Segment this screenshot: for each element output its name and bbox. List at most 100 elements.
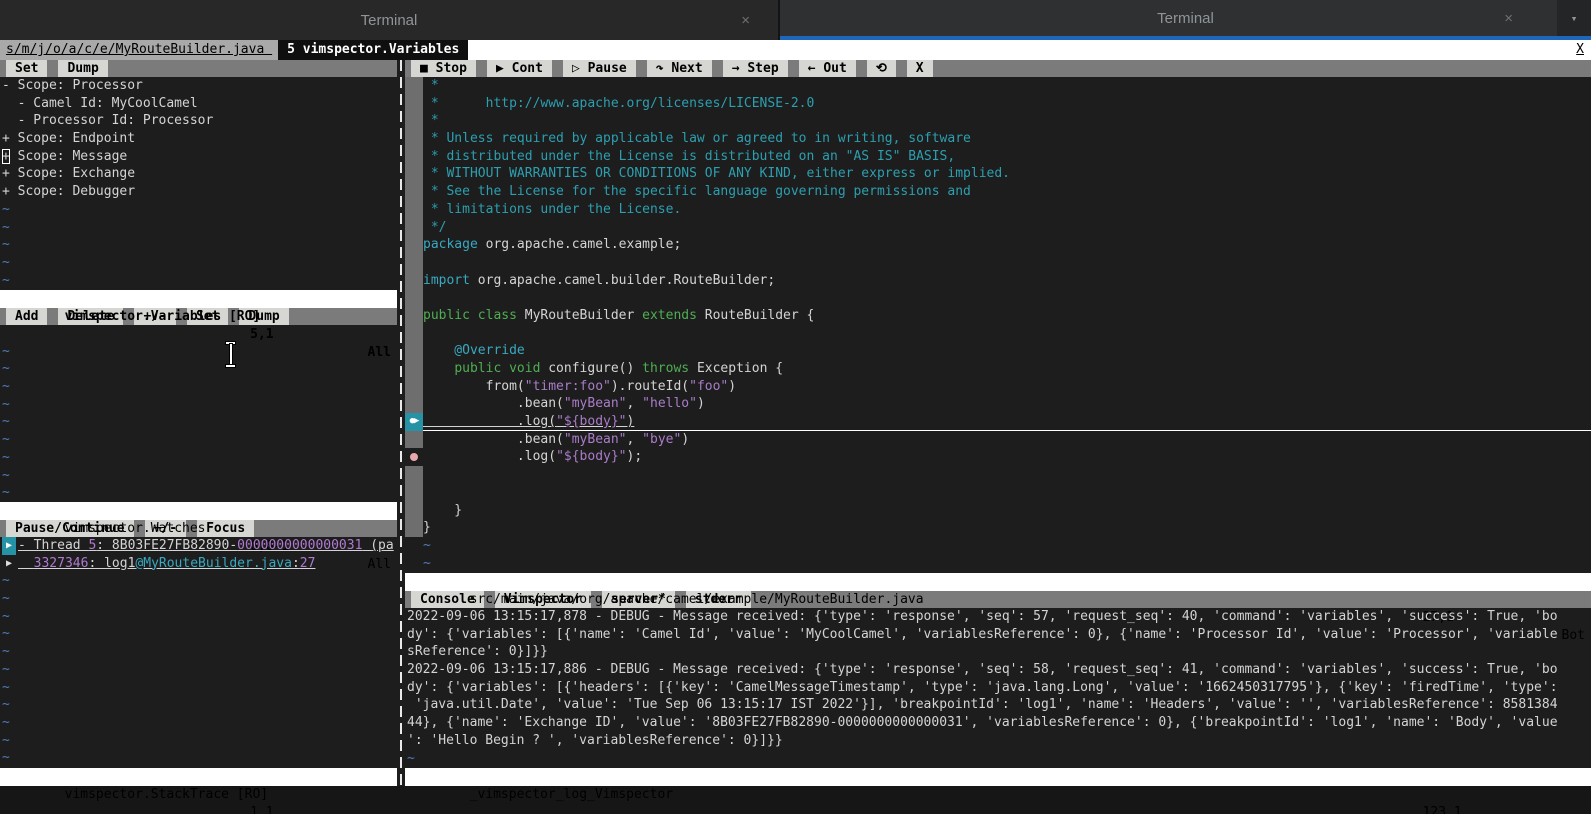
- buffer-line[interactable]: dy': {'variables': [{'name': 'Camel Id',…: [405, 626, 1591, 644]
- buffer-line[interactable]: public void configure() throws Exception…: [405, 360, 1591, 378]
- text-segment: ~: [2, 609, 10, 624]
- sign-column: [405, 183, 423, 201]
- text-segment: :: [292, 556, 300, 571]
- window-separator[interactable]: [397, 60, 405, 786]
- variables-winbar: Set Dump: [0, 60, 397, 77]
- buffer-line[interactable]: }: [405, 519, 1591, 537]
- buffer-line[interactable]: * See the License for the specific langu…: [405, 183, 1591, 201]
- buffer-line[interactable]: + Scope: Message: [0, 148, 397, 166]
- set-button[interactable]: Set: [6, 60, 47, 77]
- mouse-ibeam-cursor: [224, 342, 237, 367]
- sign-column: [405, 342, 423, 360]
- tab-vimspector-variables[interactable]: 5 vimspector.Variables: [278, 40, 468, 60]
- text-segment: package: [423, 237, 478, 252]
- statusline-code: src/main/java/org/apache/camel/example/M…: [405, 573, 1591, 591]
- buffer-line[interactable]: * WITHOUT WARRANTIES OR CONDITIONS OF AN…: [405, 165, 1591, 183]
- console-window[interactable]: 2022-09-06 13:15:17,878 - DEBUG - Messag…: [405, 608, 1591, 768]
- buffer-line[interactable]: + Scope: Exchange: [0, 165, 397, 183]
- buffer-line[interactable]: import org.apache.camel.builder.RouteBui…: [405, 272, 1591, 290]
- x-button[interactable]: X: [907, 60, 933, 77]
- text-segment: + Scope: Endpoint: [2, 131, 135, 146]
- buffer-line[interactable]: */: [405, 219, 1591, 237]
- variables-window[interactable]: - Scope: Processor - Camel Id: MyCoolCam…: [0, 77, 397, 290]
- text-segment: */: [423, 220, 446, 235]
- statusline-variables: vimspector.Variables [RO] 5,1 All: [0, 290, 397, 308]
- buffer-line[interactable]: }: [405, 502, 1591, 520]
- buffer-line[interactable]: + Scope: Endpoint: [0, 130, 397, 148]
- terminal-tab-right[interactable]: Terminal × ▾: [780, 0, 1591, 40]
- buffer-line[interactable]: public class MyRouteBuilder extends Rout…: [405, 307, 1591, 325]
- buffer-line[interactable]: .bean("myBean", "hello"): [405, 395, 1591, 413]
- buffer-line[interactable]: @Override: [405, 342, 1591, 360]
- empty-line: ~: [405, 555, 1591, 573]
- text-segment: @Override: [423, 343, 525, 358]
- buffer-line[interactable]: .bean("myBean", "bye"): [405, 431, 1591, 449]
- text-segment: 27: [300, 556, 316, 571]
- buffer-line[interactable]: from("timer:foo").routeId("foo"): [405, 378, 1591, 396]
- buffer-line[interactable]: sReference': 0}]}}: [405, 643, 1591, 661]
- step-button[interactable]: → Step: [723, 60, 788, 77]
- pause-button[interactable]: ▷ Pause: [563, 60, 636, 77]
- terminal-tab-left[interactable]: Terminal ×: [0, 0, 780, 40]
- tab-myroutebuilder-java[interactable]: s/m/j/o/a/c/e/MyRouteBuilder.java: [0, 40, 278, 60]
- current-line-sign[interactable]: ●▶: [405, 413, 423, 431]
- cont-button[interactable]: ▶ Cont: [487, 60, 552, 77]
- frame-expand-icon[interactable]: ▶: [2, 555, 16, 573]
- buffer-line[interactable]: ▶ 3327346: log1@MyRouteBuilder.java:27: [0, 555, 397, 573]
- dump-button[interactable]: Dump: [58, 60, 107, 77]
- buffer-line[interactable]: ': 'Hello Begin ? ', 'variablesReference…: [405, 732, 1591, 750]
- close-icon[interactable]: ×: [1504, 10, 1513, 27]
- statusline-name: vimspector.Watches: [63, 521, 206, 536]
- buffer-line[interactable]: 44}, {'name': 'Exchange ID', 'value': '8…: [405, 714, 1591, 732]
- buffer-line[interactable]: - Scope: Processor: [0, 77, 397, 95]
- tabline-close-button[interactable]: X: [1569, 40, 1591, 60]
- sign-column: [405, 165, 423, 183]
- statusline-stacktrace: vimspector.StackTrace [RO] 1,1 All: [0, 768, 397, 786]
- buffer-line[interactable]: dy': {'variables': [{'headers': [{'key':…: [405, 679, 1591, 697]
- buffer-line[interactable]: + Scope: Debugger: [0, 183, 397, 201]
- next-button[interactable]: ↷ Next: [647, 60, 712, 77]
- buffer-line[interactable]: 2022-09-06 13:15:17,886 - DEBUG - Messag…: [405, 661, 1591, 679]
- buffer-line[interactable]: * http://www.apache.org/licenses/LICENSE…: [405, 95, 1591, 113]
- stop-button[interactable]: ■ Stop: [411, 60, 476, 77]
- text-segment: ~: [2, 273, 10, 288]
- text-segment: * limitations under the License.: [423, 202, 681, 217]
- buffer-line[interactable]: * distributed under the License is distr…: [405, 148, 1591, 166]
- buffer-line[interactable]: *: [405, 112, 1591, 130]
- buffer-line[interactable]: * limitations under the License.: [405, 201, 1591, 219]
- breakpoint-icon[interactable]: [405, 448, 423, 466]
- stacktrace-window[interactable]: ▶- Thread 5: 8B03FE27FB82890-00000000000…: [0, 537, 397, 768]
- buffer-line[interactable]: * Unless required by applicable law or a…: [405, 130, 1591, 148]
- code-window[interactable]: * * http://www.apache.org/licenses/LICEN…: [405, 77, 1591, 573]
- sign-column: [405, 148, 423, 166]
- buffer-line[interactable]: - Camel Id: MyCoolCamel: [0, 95, 397, 113]
- focus-button[interactable]: Focus: [197, 520, 254, 537]
- out-button[interactable]: ← Out: [799, 60, 856, 77]
- text-segment: ~: [2, 432, 10, 447]
- text-segment: 3327346: [34, 556, 89, 571]
- sign-column: [405, 395, 423, 413]
- text-segment: + Scope: Exchange: [2, 166, 135, 181]
- buffer-line[interactable]: ▶- Thread 5: 8B03FE27FB82890-00000000000…: [0, 537, 397, 555]
- buffer-line[interactable]: ●▶ .log("${body}"): [405, 413, 1591, 431]
- text-segment: .bean(: [423, 396, 564, 411]
- buffer-line[interactable]: *: [405, 77, 1591, 95]
- chevron-down-icon[interactable]: ▾: [1557, 0, 1591, 36]
- buffer-line[interactable]: 'java.util.Date', 'value': 'Tue Sep 06 1…: [405, 696, 1591, 714]
- close-icon[interactable]: ×: [741, 12, 750, 29]
- watches-window[interactable]: ~~~~~~~~~: [0, 325, 397, 502]
- text-segment: }: [423, 503, 462, 518]
- buffer-line[interactable]: .log("${body}");: [405, 448, 1591, 466]
- buffer-line[interactable]: 2022-09-06 13:15:17,878 - DEBUG - Messag…: [405, 608, 1591, 626]
- text-segment: 'java.util.Date', 'value': 'Tue Sep 06 1…: [407, 697, 1558, 712]
- buffer-line[interactable]: package org.apache.camel.example;: [405, 236, 1591, 254]
- statusline-name: src/main/java/org/apache/camel/example/M…: [468, 592, 924, 607]
- empty-line: ~: [0, 396, 397, 414]
- icon-button[interactable]: ⟲: [867, 60, 896, 77]
- active-thread-icon[interactable]: ▶: [2, 537, 16, 555]
- text-segment: ): [697, 396, 705, 411]
- text-segment: ~: [2, 573, 10, 588]
- text-segment: ~: [2, 697, 10, 712]
- right-pane: ■ Stop ▶ Cont ▷ Pause ↷ Next → Step ← Out ⟲ X *…: [405, 60, 1591, 786]
- buffer-line[interactable]: - Processor Id: Processor: [0, 112, 397, 130]
